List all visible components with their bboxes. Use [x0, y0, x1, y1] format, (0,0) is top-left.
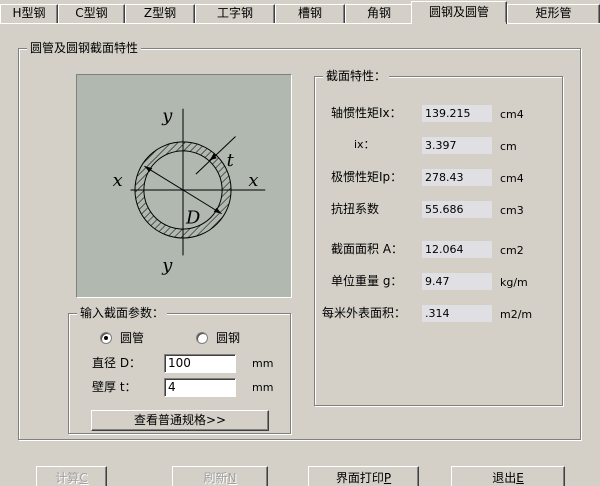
prop-label-surface: 每米外表面积： [322, 306, 407, 320]
prop-value-ix-moment: 139.215 [422, 105, 492, 122]
active-tab-join [412, 22, 506, 25]
radio-solid-label[interactable]: 圆钢 [216, 331, 240, 345]
tab-i-beam[interactable]: 工字钢 [195, 4, 275, 23]
prop-label-ix-moment: 轴惯性矩Ix： [331, 106, 402, 120]
radio-tube-label[interactable]: 圆管 [120, 331, 144, 345]
calc-button-label: 计算 [55, 471, 80, 485]
label-diameter: D [185, 208, 200, 229]
prop-unit-area: cm2 [500, 244, 524, 257]
print-button-key: P [383, 471, 392, 485]
prop-unit-ix-moment: cm4 [500, 108, 524, 121]
label-y-top: y [161, 106, 173, 127]
prop-label-area: 截面面积 A： [331, 242, 404, 256]
prop-label-torsion: 抗扭系数 [331, 202, 380, 216]
prop-label-polar-moment: 极惯性矩Ip： [331, 170, 403, 184]
tab-angle[interactable]: 角钢 [345, 4, 413, 23]
radio-tube[interactable] [100, 332, 112, 344]
prop-unit-ix-radius: cm [500, 140, 517, 153]
tab-bar: H型钢 C型钢 Z型钢 工字钢 槽钢 角钢 圆钢及圆管 矩形管 [0, 0, 600, 24]
calc-button-key: C [79, 471, 88, 485]
prop-value-weight: 9.47 [422, 273, 492, 290]
label-thickness: t [227, 150, 235, 171]
prop-value-torsion: 55.686 [422, 201, 492, 218]
prop-value-area: 12.064 [422, 241, 492, 258]
refresh-button-key: N [227, 471, 237, 485]
label-x-right: x [248, 170, 258, 191]
thickness-unit: mm [252, 381, 274, 394]
thickness-label: 壁厚 t： [92, 380, 137, 394]
diameter-label: 直径 D： [92, 356, 142, 370]
prop-value-polar-moment: 278.43 [422, 169, 492, 186]
prop-unit-polar-moment: cm4 [500, 172, 524, 185]
refresh-button[interactable]: 刷新N [172, 466, 268, 486]
exit-button-label: 退出 [492, 471, 517, 485]
diameter-input[interactable]: 100 [164, 354, 236, 373]
prop-unit-weight: kg/m [500, 276, 528, 289]
tab-rect-tube[interactable]: 矩形管 [507, 4, 600, 23]
tab-c-steel[interactable]: C型钢 [58, 4, 125, 23]
label-y-bottom: y [161, 255, 173, 276]
exit-button[interactable]: 退出E [451, 466, 565, 486]
tab-channel[interactable]: 槽钢 [275, 4, 345, 23]
thickness-input[interactable]: 4 [164, 378, 236, 397]
input-group-title: 输入截面参数： [77, 306, 168, 321]
label-x-left: x [113, 170, 123, 191]
properties-title: 截面特性： [323, 69, 390, 84]
tube-section-svg: y y x x t D [113, 106, 266, 276]
print-button-label: 界面打印 [335, 471, 384, 485]
tab-h-steel[interactable]: H型钢 [0, 4, 58, 23]
view-spec-button[interactable]: 查看普通规格>> [91, 410, 269, 431]
calc-button[interactable]: 计算C [36, 466, 107, 486]
prop-unit-surface: m2/m [500, 308, 533, 321]
print-button[interactable]: 界面打印P [308, 466, 419, 486]
tab-divider [0, 23, 600, 24]
prop-label-ix-radius: ix： [354, 138, 375, 151]
exit-button-key: E [516, 471, 524, 485]
prop-value-ix-radius: 3.397 [422, 137, 492, 154]
section-drawing: y y x x t D [76, 74, 292, 298]
tab-round[interactable]: 圆钢及圆管 [411, 1, 507, 24]
prop-value-surface: .314 [422, 305, 492, 322]
refresh-button-label: 刷新 [203, 471, 228, 485]
main-group-title: 圆管及圆钢截面特性 [27, 41, 142, 56]
prop-unit-torsion: cm3 [500, 204, 524, 217]
tab-z-steel[interactable]: Z型钢 [125, 4, 195, 23]
diameter-unit: mm [252, 357, 274, 370]
radio-solid[interactable] [196, 332, 208, 344]
prop-label-weight: 单位重量 g： [331, 274, 403, 288]
